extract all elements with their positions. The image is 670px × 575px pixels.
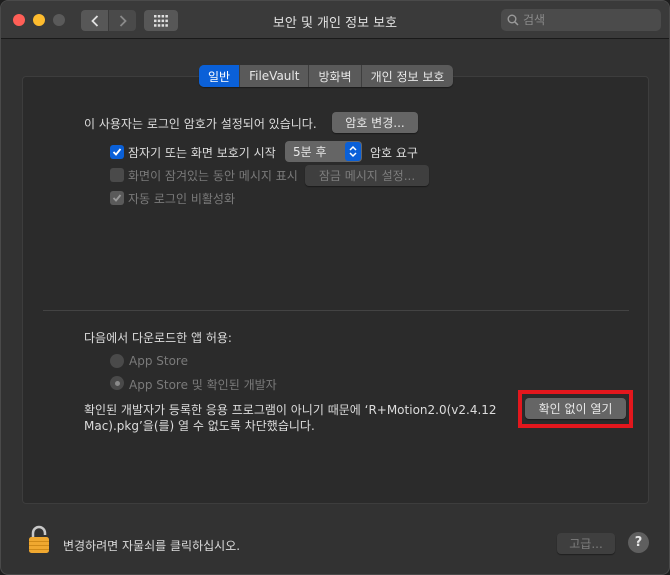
chevron-left-icon xyxy=(90,14,98,27)
password-set-text: 이 사용자는 로그인 암호가 설정되어 있습니다. xyxy=(84,117,317,131)
radio-selected-dot xyxy=(114,380,120,386)
blocked-app-message-line2: Mac).pkg’을(를) 열 수 없도록 차단했습니다. xyxy=(84,419,315,433)
tab-privacy[interactable]: 개인 정보 보호 xyxy=(362,65,454,87)
disable-autologin-label: 자동 로그인 비활성화 xyxy=(128,192,235,206)
search-icon xyxy=(507,14,519,26)
back-button[interactable] xyxy=(81,10,108,31)
search-field[interactable] xyxy=(501,9,661,31)
advanced-button[interactable]: 고급... xyxy=(557,533,615,554)
require-password-suffix: 암호 요구 xyxy=(370,146,418,160)
highlight-box xyxy=(518,390,633,428)
security-privacy-window: 보안 및 개인 정보 보호 일반 FileVault 방화벽 개인 정보 보호 … xyxy=(0,0,670,575)
tab-firewall[interactable]: 방화벽 xyxy=(309,65,362,87)
set-lock-message-button[interactable]: 잠금 메시지 설정... xyxy=(305,165,429,186)
require-password-label: 잠자기 또는 화면 보호기 시작 xyxy=(128,146,276,160)
title-bar: 보안 및 개인 정보 보호 xyxy=(1,1,669,39)
allow-apps-heading: 다음에서 다운로드한 앱 허용: xyxy=(84,331,232,345)
grid-icon xyxy=(154,14,168,27)
require-password-checkbox[interactable] xyxy=(110,145,124,159)
show-all-button[interactable] xyxy=(144,10,178,31)
forward-button[interactable] xyxy=(109,10,136,31)
minimize-window-button[interactable] xyxy=(33,14,45,26)
close-window-button[interactable] xyxy=(13,14,25,26)
lock-hint-text: 변경하려면 자물쇠를 클릭하십시오. xyxy=(63,539,241,553)
select-arrows-icon xyxy=(345,142,361,161)
blocked-app-message-line1: 확인된 개발자가 등록한 응용 프로그램이 아니기 때문에 ‘R+Motion2… xyxy=(84,403,497,417)
lock-message-label: 화면이 잠겨있는 동안 메시지 표시 xyxy=(128,169,298,183)
radio-app-store-identified-devs[interactable] xyxy=(110,376,124,390)
checkmark-icon xyxy=(112,148,122,156)
section-divider xyxy=(43,310,629,311)
tab-general[interactable]: 일반 xyxy=(199,65,241,87)
change-password-button[interactable]: 암호 변경... xyxy=(332,112,418,133)
chevron-right-icon xyxy=(119,14,127,27)
password-delay-value: 5분 후 xyxy=(293,145,327,159)
checkmark-icon xyxy=(112,194,122,202)
search-input[interactable] xyxy=(523,13,653,27)
password-delay-select[interactable]: 5분 후 xyxy=(285,141,362,162)
help-button[interactable]: ? xyxy=(628,532,649,553)
radio-app-store[interactable] xyxy=(110,354,124,368)
lock-icon[interactable] xyxy=(28,524,50,557)
radio-app-store-label: App Store xyxy=(129,354,188,368)
radio-app-store-identified-devs-label: App Store 및 확인된 개발자 xyxy=(129,378,277,392)
lock-message-checkbox[interactable] xyxy=(110,168,124,182)
tab-bar: 일반 FileVault 방화벽 개인 정보 보호 xyxy=(199,65,454,87)
disable-autologin-checkbox[interactable] xyxy=(110,191,124,205)
tab-filevault[interactable]: FileVault xyxy=(240,65,310,87)
zoom-window-button[interactable] xyxy=(53,14,65,26)
